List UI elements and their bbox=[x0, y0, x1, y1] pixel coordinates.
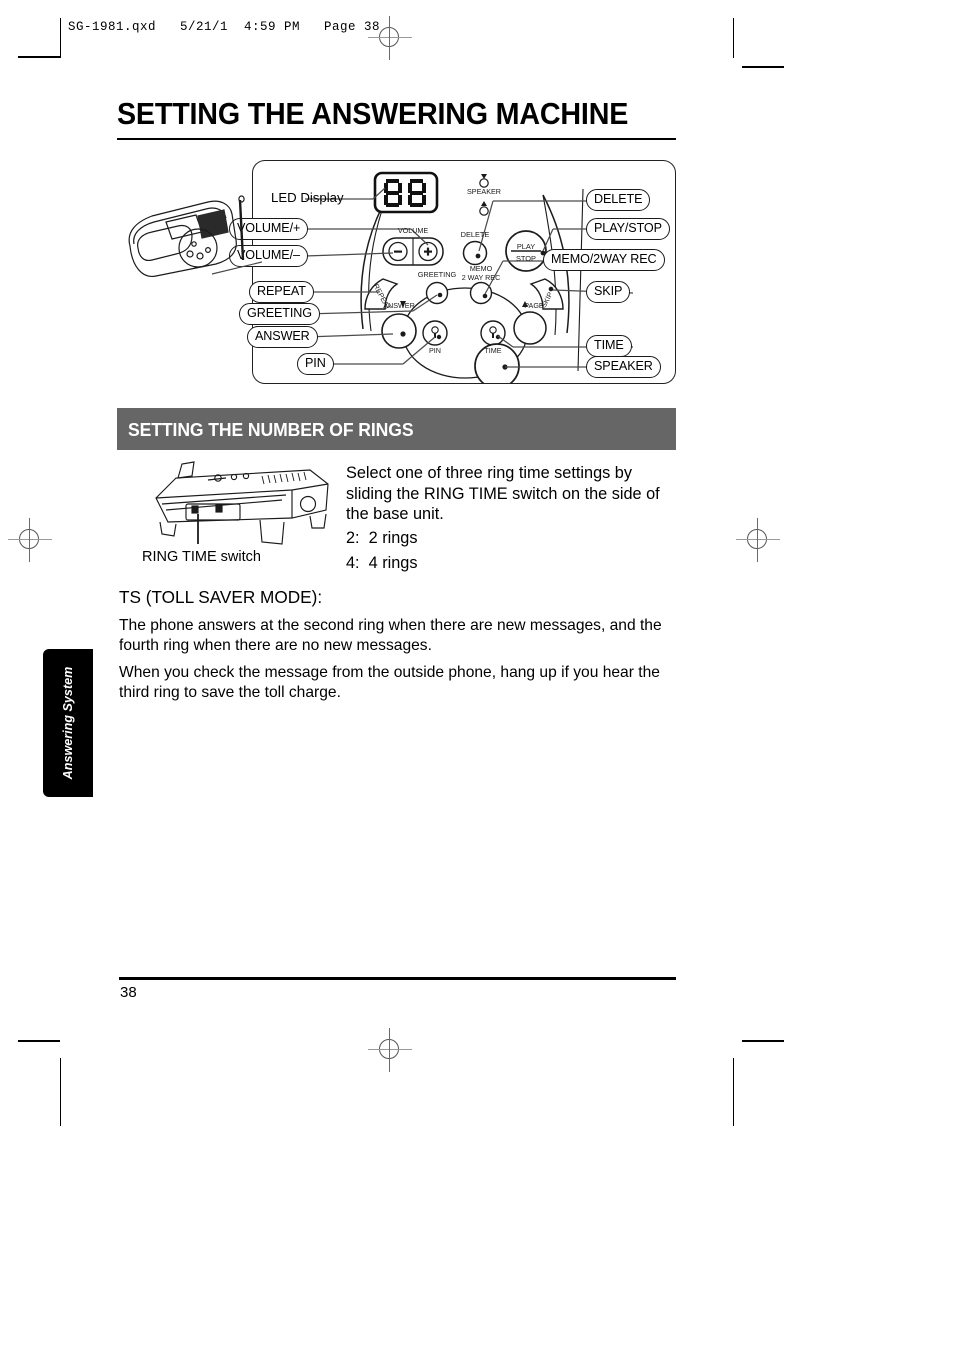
callout-led-display: LED Display bbox=[271, 190, 344, 205]
registration-mark-left bbox=[8, 518, 52, 562]
panel-label-stop: STOP bbox=[516, 254, 536, 263]
chapter-thumb-tab: Answering System bbox=[43, 649, 93, 797]
crop-mark-top-right-vertical bbox=[733, 18, 734, 58]
section-heading-bar: SETTING THE NUMBER OF RINGS bbox=[117, 408, 676, 450]
ring-option-4: 4: 4 rings bbox=[346, 554, 418, 572]
toll-saver-paragraph-2: When you check the message from the outs… bbox=[119, 664, 660, 702]
callout-time: TIME bbox=[586, 335, 632, 357]
base-unit-side-view-illustration bbox=[155, 461, 329, 545]
title-underline bbox=[117, 138, 676, 140]
intro-paragraph: Select one of three ring time settings b… bbox=[346, 464, 660, 524]
panel-label-pin: PIN bbox=[429, 346, 441, 355]
crop-mark-bottom-left-horizontal bbox=[18, 1040, 60, 1042]
callout-delete: DELETE bbox=[586, 189, 651, 211]
toll-saver-paragraph-1: The phone answers at the second ring whe… bbox=[119, 617, 662, 655]
crop-mark-bottom-right-horizontal bbox=[742, 1040, 784, 1042]
play-stop-button-artwork bbox=[505, 230, 547, 272]
time-button-artwork bbox=[480, 320, 506, 346]
chapter-thumb-tab-label: Answering System bbox=[61, 666, 75, 780]
prepress-file-header: SG-1981.qxd 5/21/1 4:59 PM Page 38 bbox=[68, 20, 381, 34]
toll-saver-heading: TS (TOLL SAVER MODE): bbox=[119, 587, 323, 607]
callout-pin: PIN bbox=[297, 353, 334, 375]
crop-mark-top-left-vertical bbox=[60, 18, 61, 58]
page-number: 38 bbox=[120, 984, 137, 1001]
memo-2way-rec-button-artwork bbox=[469, 281, 493, 305]
answer-button-artwork bbox=[381, 313, 417, 349]
pin-button-artwork bbox=[422, 320, 448, 346]
delete-button-artwork bbox=[462, 240, 488, 266]
footer-rule bbox=[119, 977, 676, 980]
base-unit-thumbnail bbox=[128, 195, 262, 277]
callout-repeat: REPEAT bbox=[249, 281, 314, 303]
panel-label-speaker: SPEAKER bbox=[467, 187, 501, 196]
callout-greeting: GREETING bbox=[239, 303, 320, 325]
registration-mark-right bbox=[736, 518, 780, 562]
registration-mark-bottom bbox=[368, 1028, 412, 1072]
crop-mark-top-left-horizontal bbox=[18, 56, 60, 58]
page-button-artwork bbox=[513, 311, 547, 345]
crop-mark-bottom-left-vertical bbox=[60, 1058, 61, 1126]
page-title: SETTING THE ANSWERING MACHINE bbox=[117, 97, 629, 131]
callout-answer: ANSWER bbox=[247, 326, 318, 348]
section-heading-text: SETTING THE NUMBER OF RINGS bbox=[128, 419, 414, 440]
panel-label-memo-2: 2 WAY REC bbox=[462, 273, 501, 282]
volume-rocker-artwork bbox=[382, 237, 444, 266]
panel-label-delete: DELETE bbox=[461, 230, 490, 239]
crop-mark-bottom-right-vertical bbox=[733, 1058, 734, 1126]
ring-option-2: 2: 2 rings bbox=[346, 529, 418, 547]
panel-label-play: PLAY bbox=[517, 242, 535, 251]
panel-label-volume: VOLUME bbox=[398, 226, 429, 235]
callout-speaker: SPEAKER bbox=[586, 356, 661, 378]
panel-label-time: TIME bbox=[484, 346, 501, 355]
ring-time-switch-caption: RING TIME switch bbox=[142, 549, 261, 565]
control-panel-diagram: VOLUME SPEAKER DELETE PLAY STOP GREETING… bbox=[229, 160, 676, 384]
callout-skip: SKIP bbox=[586, 281, 631, 303]
led-display-artwork bbox=[373, 171, 439, 214]
panel-label-greeting: GREETING bbox=[418, 270, 457, 279]
panel-label-memo-1: MEMO bbox=[470, 264, 493, 273]
callout-memo-2way-rec: MEMO/2WAY REC bbox=[543, 249, 665, 271]
crop-mark-top-right-horizontal bbox=[742, 66, 784, 68]
callout-play-stop: PLAY/STOP bbox=[586, 218, 670, 240]
